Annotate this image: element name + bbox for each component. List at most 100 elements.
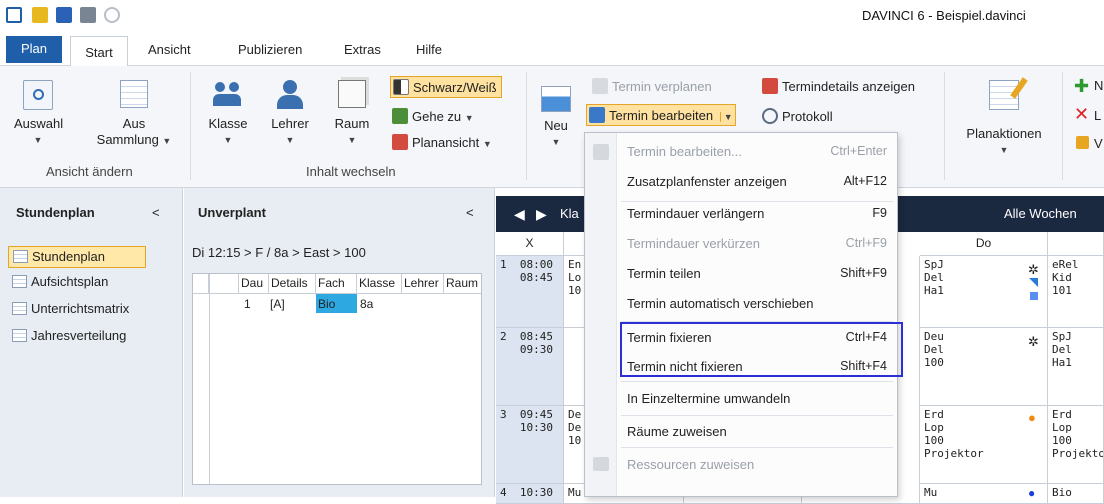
neu-button[interactable]: Neu ▼ — [536, 80, 576, 150]
ribbon-separator — [1062, 72, 1063, 180]
right-l-label: L — [1094, 108, 1102, 123]
people-group-icon — [213, 80, 243, 110]
menu-item-ressourcen-zuweisen[interactable]: Ressourcen zuweisen — [585, 450, 897, 480]
group-label-inhalt: Inhalt wechseln — [306, 164, 396, 179]
lesson-cell-fr-2[interactable]: SpJ Del Ha1 — [1048, 328, 1104, 406]
tab-extras[interactable]: Extras — [344, 42, 381, 57]
termin-verplanen-button[interactable]: Termin verplanen — [592, 78, 712, 94]
termin-bearbeiten-dropdown[interactable]: ▼ — [719, 112, 733, 122]
ribbon-separator — [944, 72, 945, 180]
table-row[interactable]: 1 [A] Bio 8a — [210, 294, 482, 313]
menu-item-einzeltermine[interactable]: In Einzeltermine umwandeln — [585, 384, 897, 414]
klasse-button[interactable]: Klasse ▼ — [206, 80, 250, 148]
tab-publizieren[interactable]: Publizieren — [238, 42, 302, 57]
menu-item-automatisch-verschieben[interactable]: Termin automatisch verschieben — [585, 289, 897, 319]
right-v-label: V — [1094, 136, 1103, 151]
gehe-zu-button[interactable]: Gehe zu ▼ — [392, 108, 474, 124]
nav-item-unterrichtsmatrix[interactable]: Unterrichtsmatrix — [8, 299, 148, 321]
highlight-box — [620, 322, 903, 377]
day-header — [1048, 232, 1104, 256]
menu-item-raeume-zuweisen[interactable]: Räume zuweisen — [585, 417, 897, 447]
collapse-button[interactable]: < — [466, 205, 474, 220]
table-icon — [12, 329, 27, 342]
panel-title: Unverplant — [198, 205, 266, 220]
delete-icon[interactable]: ✕ — [1074, 105, 1089, 123]
lesson-cell-fr-3[interactable]: Erd Lop 100 Projekto — [1048, 406, 1104, 484]
col-dau[interactable]: Dau — [239, 274, 269, 293]
col-klasse[interactable]: Klasse — [357, 274, 402, 293]
tab-hilfe[interactable]: Hilfe — [416, 42, 442, 57]
context-menu: Termin bearbeiten... Ctrl+Enter Zusatzpla… — [584, 132, 898, 497]
contrast-icon — [393, 79, 409, 95]
nav-item-jahresverteilung[interactable]: Jahresverteilung — [8, 326, 148, 348]
calendar-icon — [392, 134, 408, 150]
all-weeks-button[interactable]: Alle Wochen — [1004, 206, 1077, 221]
schedule-nav-label: Kla — [560, 206, 579, 221]
help-icon[interactable] — [104, 7, 120, 23]
termindetails-button[interactable]: Termindetails anzeigen — [762, 78, 915, 94]
print-icon[interactable] — [80, 7, 96, 23]
table-header-cell — [209, 274, 239, 293]
ribbon-separator — [190, 72, 191, 180]
protokoll-button[interactable]: Protokoll — [762, 108, 833, 124]
menu-item-termin-bearbeiten[interactable]: Termin bearbeiten... Ctrl+Enter — [585, 137, 897, 167]
period-2: 2 08:45 09:30 — [496, 328, 564, 406]
table-icon — [13, 250, 28, 263]
edit-pencil-icon — [593, 144, 609, 160]
col-details[interactable]: Details — [269, 274, 316, 293]
row-header — [193, 274, 209, 293]
termin-bearbeiten-button[interactable]: Termin bearbeiten ▼ — [586, 104, 736, 126]
unverplant-table: Dau Details Fach Klasse Lehrer Raum 1 [A… — [192, 273, 482, 485]
col-raum[interactable]: Raum — [444, 274, 482, 293]
schwarz-weiss-button[interactable]: Schwarz/Weiß — [390, 76, 502, 98]
auswahl-icon — [23, 80, 53, 110]
stundenplan-panel: Stundenplan < Stundenplan Aufsichtsplan … — [0, 188, 183, 497]
next-arrow-icon[interactable]: ▶ — [536, 206, 547, 223]
apple-icon: ● — [1028, 486, 1036, 500]
path-breadcrumb: Di 12:15 > F / 8a > East > 100 — [192, 245, 366, 260]
collapse-button[interactable]: < — [152, 205, 160, 220]
save-icon[interactable] — [56, 7, 72, 23]
tab-ansicht[interactable]: Ansicht — [148, 42, 191, 57]
prev-arrow-icon[interactable]: ◀ — [514, 206, 525, 223]
lesson-cell-fr-1[interactable]: eRel Kid 101 — [1048, 256, 1104, 328]
plus-icon[interactable]: ✚ — [1074, 77, 1089, 95]
aus-sammlung-button[interactable]: Aus Sammlung ▼ — [92, 80, 176, 149]
lehrer-button[interactable]: Lehrer ▼ — [268, 80, 312, 148]
cube-icon — [338, 80, 366, 108]
menu-item-termindauer-verlaengern[interactable]: Termindauer verlängern F9 — [585, 199, 897, 229]
sparkle-icon: ✲ — [1028, 262, 1039, 277]
lesson-cell-fr-4[interactable]: Bio — [1048, 484, 1104, 504]
new-file-icon[interactable] — [32, 7, 48, 23]
edit-pencil-icon — [589, 107, 605, 123]
tab-plan[interactable]: Plan — [6, 36, 62, 63]
app-menu-icon[interactable] — [6, 7, 22, 23]
plan-actions-icon — [989, 77, 1028, 110]
unverplant-panel: Unverplant < Di 12:15 > F / 8a > East > … — [184, 188, 495, 497]
tab-start[interactable]: Start — [70, 36, 128, 67]
raum-button[interactable]: Raum ▼ — [330, 80, 374, 148]
col-fach[interactable]: Fach — [316, 274, 357, 293]
menu-item-termin-teilen[interactable]: Termin teilen Shift+F9 — [585, 259, 897, 289]
group-label-ansicht: Ansicht ändern — [46, 164, 133, 179]
auswahl-button[interactable]: Auswahl ▼ — [14, 80, 63, 148]
menu-item-termindauer-verkuerzen[interactable]: Termindauer verkürzen Ctrl+F9 — [585, 229, 897, 259]
new-appointment-icon — [541, 86, 571, 112]
resources-icon — [593, 457, 609, 471]
period-3: 3 09:45 10:30 — [496, 406, 564, 484]
col-lehrer[interactable]: Lehrer — [402, 274, 444, 293]
menu-item-zusatzplanfenster[interactable]: Zusatzplanfenster anzeigen Alt+F12 — [585, 167, 897, 197]
planansicht-button[interactable]: Planansicht ▼ — [392, 134, 492, 150]
edit-small-icon[interactable] — [1076, 134, 1093, 149]
fach-cell: Bio — [316, 294, 357, 313]
ribbon-tabs: Plan Start Ansicht Publizieren Extras Hi… — [0, 32, 1104, 67]
nav-item-stundenplan[interactable]: Stundenplan — [8, 246, 146, 268]
day-header-do: Do — [920, 232, 1048, 256]
planaktionen-button[interactable]: Planaktionen ▼ — [954, 77, 1054, 158]
col-x-header: X — [496, 232, 564, 256]
table-icon — [12, 275, 27, 288]
title-text: DAVINCI 6 - Beispiel.davinci — [862, 8, 1026, 23]
nav-item-aufsichtsplan[interactable]: Aufsichtsplan — [8, 272, 148, 294]
title-bar: DAVINCI 6 - Beispiel.davinci — [0, 0, 1104, 32]
plan-icon — [592, 78, 608, 94]
